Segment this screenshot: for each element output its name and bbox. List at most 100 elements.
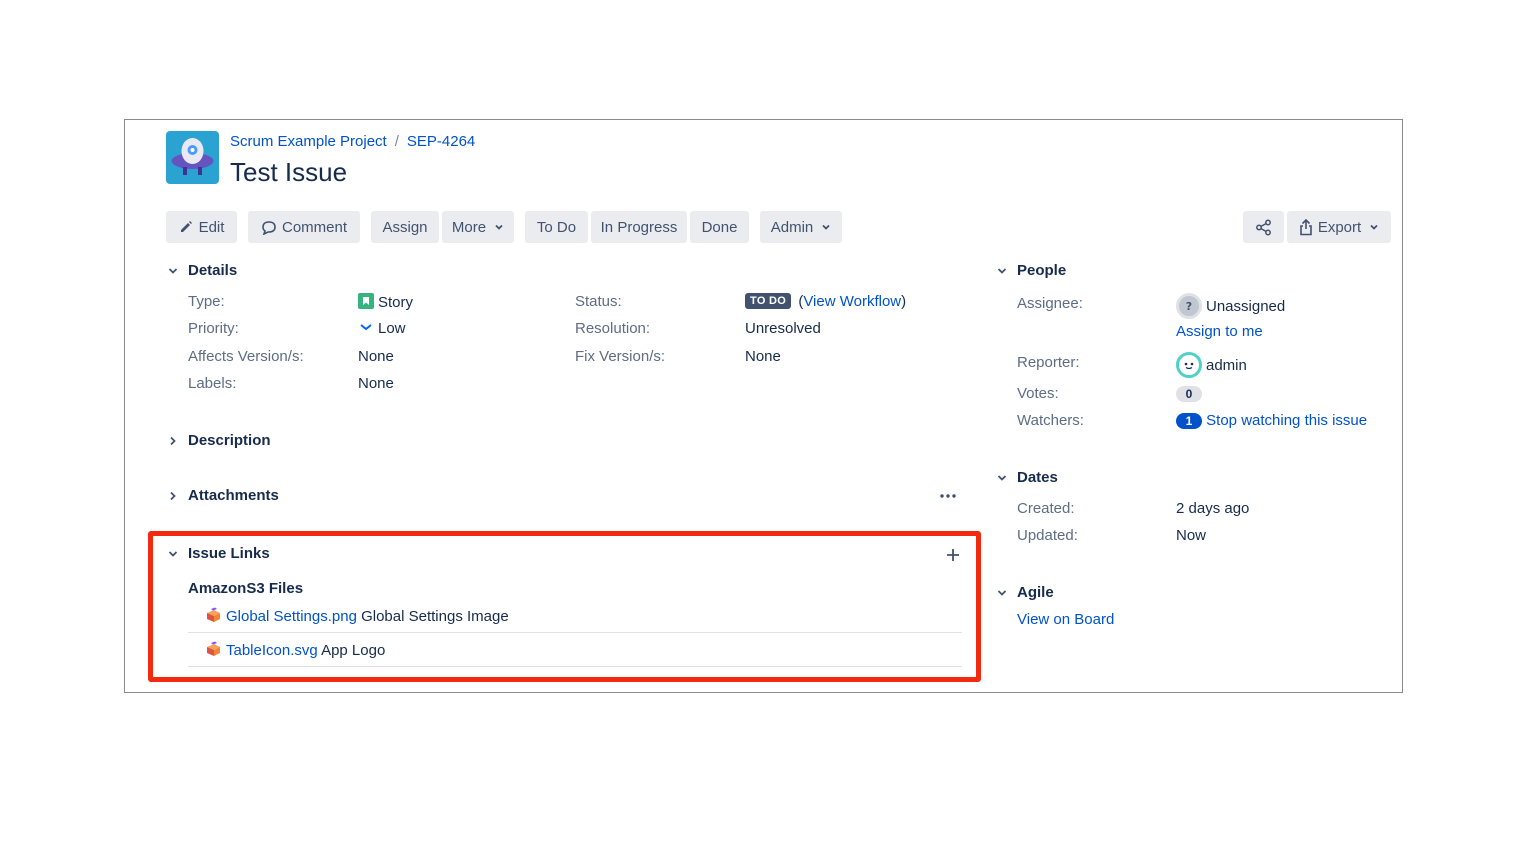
fix-version-label: Fix Version/s:	[575, 348, 666, 365]
details-toggle[interactable]: Details	[166, 262, 237, 279]
assignee-label: Assignee:	[1017, 295, 1083, 312]
link-divider	[188, 632, 962, 633]
assign-to-me-link[interactable]: Assign to me	[1176, 323, 1263, 340]
link-row-global-settings: Global Settings.png Global Settings Imag…	[205, 607, 509, 625]
description-heading: Description	[188, 432, 271, 449]
chevron-right-icon	[170, 491, 176, 500]
type-value: Story	[358, 293, 413, 311]
chevron-down-icon	[495, 224, 503, 230]
view-workflow-link[interactable]: View Workflow	[803, 293, 901, 310]
chevron-down-icon	[997, 267, 1007, 274]
priority-value-text: Low	[378, 320, 406, 337]
breadcrumb: Scrum Example Project / SEP-4264	[230, 133, 475, 150]
assign-button[interactable]: Assign	[371, 211, 439, 243]
todo-label: To Do	[536, 218, 577, 236]
labels-value: None	[358, 375, 394, 392]
tableicon-link[interactable]: TableIcon.svg	[226, 642, 318, 659]
watchers-badge[interactable]: 1	[1176, 413, 1202, 429]
assignee-value-text: Unassigned	[1206, 298, 1286, 315]
created-label: Created:	[1017, 500, 1075, 517]
votes-value[interactable]: 0	[1176, 385, 1202, 402]
attachments-toggle[interactable]: Attachments	[166, 487, 279, 504]
chevron-down-icon	[997, 474, 1007, 481]
global-settings-desc: Global Settings Image	[361, 608, 509, 625]
edit-button[interactable]: Edit	[166, 211, 237, 243]
export-label: Export	[1317, 218, 1362, 236]
chevron-down-icon	[1370, 224, 1378, 230]
pencil-icon	[180, 221, 192, 232]
breadcrumb-separator: /	[394, 133, 399, 150]
chevron-down-icon	[168, 267, 178, 274]
type-value-text: Story	[378, 294, 414, 311]
status-value: TO DO (View Workflow)	[745, 293, 906, 310]
breadcrumb-project-link[interactable]: Scrum Example Project	[230, 133, 387, 150]
issue-links-heading: Issue Links	[188, 545, 270, 562]
transition-todo-button[interactable]: To Do	[525, 211, 588, 243]
people-heading: People	[1017, 262, 1067, 279]
priority-label: Priority:	[188, 320, 239, 337]
updated-label: Updated:	[1017, 527, 1078, 544]
export-button[interactable]: Export	[1287, 211, 1391, 243]
resolution-value: Unresolved	[745, 320, 821, 337]
updated-value: Now	[1176, 527, 1207, 544]
view-on-board-link[interactable]: View on Board	[1017, 611, 1114, 628]
fix-version-value: None	[745, 348, 781, 365]
link-divider	[188, 666, 962, 667]
votes-label: Votes:	[1017, 385, 1059, 402]
more-label: More	[451, 218, 487, 236]
affects-version-value: None	[358, 348, 394, 365]
assign-label: Assign	[382, 218, 428, 236]
chevron-right-icon	[170, 436, 176, 445]
dates-toggle[interactable]: Dates	[995, 469, 1058, 486]
link-row-tableicon: TableIcon.svg App Logo	[205, 641, 385, 659]
description-toggle[interactable]: Description	[166, 432, 271, 449]
affects-version-label: Affects Version/s:	[188, 348, 304, 365]
comment-label: Comment	[281, 218, 348, 236]
admin-avatar-icon	[1176, 352, 1202, 378]
created-value: 2 days ago	[1176, 500, 1250, 517]
issue-links-toggle[interactable]: Issue Links	[166, 545, 270, 562]
people-toggle[interactable]: People	[995, 262, 1066, 279]
edit-label: Edit	[198, 218, 225, 236]
export-icon	[1300, 218, 1312, 235]
reporter-value: admin	[1176, 352, 1247, 378]
attachments-more-icon[interactable]	[938, 488, 958, 504]
aws-s3-icon	[207, 641, 220, 656]
priority-value: Low	[358, 320, 406, 337]
svg-text:?: ?	[1186, 300, 1192, 313]
type-label: Type:	[188, 293, 225, 310]
reporter-label: Reporter:	[1017, 354, 1080, 371]
page-title: Test Issue	[230, 157, 348, 187]
chevron-down-icon	[997, 589, 1007, 596]
status-label: Status:	[575, 293, 622, 310]
more-button[interactable]: More	[442, 211, 514, 243]
unassigned-avatar-icon: ?	[1176, 293, 1202, 319]
admin-button[interactable]: Admin	[760, 211, 842, 243]
in-progress-label: In Progress	[600, 218, 678, 236]
comment-button[interactable]: Comment	[248, 211, 360, 243]
chevron-down-icon	[822, 224, 830, 230]
status-lozenge: TO DO	[745, 293, 792, 309]
link-group-title: AmazonS3 Files	[188, 580, 304, 597]
story-icon	[358, 293, 374, 309]
transition-done-button[interactable]: Done	[690, 211, 749, 243]
global-settings-link[interactable]: Global Settings.png	[226, 608, 357, 625]
assignee-value: ? Unassigned	[1176, 293, 1285, 319]
add-link-plus-icon[interactable]	[945, 547, 961, 563]
chevron-down-icon	[168, 550, 178, 557]
details-heading: Details	[188, 262, 238, 279]
labels-label: Labels:	[188, 375, 237, 392]
project-avatar-icon[interactable]	[166, 131, 219, 184]
tableicon-desc: App Logo	[321, 642, 386, 659]
share-button[interactable]	[1243, 211, 1284, 243]
agile-toggle[interactable]: Agile	[995, 584, 1054, 601]
reporter-value-text: admin	[1206, 357, 1247, 374]
attachments-heading: Attachments	[188, 487, 279, 504]
stop-watching-link[interactable]: Stop watching this issue	[1206, 412, 1367, 429]
resolution-label: Resolution:	[575, 320, 651, 337]
breadcrumb-issue-key-link[interactable]: SEP-4264	[407, 133, 475, 150]
transition-in-progress-button[interactable]: In Progress	[591, 211, 687, 243]
share-icon	[1256, 219, 1271, 235]
agile-heading: Agile	[1017, 584, 1054, 601]
done-label: Done	[701, 218, 738, 236]
